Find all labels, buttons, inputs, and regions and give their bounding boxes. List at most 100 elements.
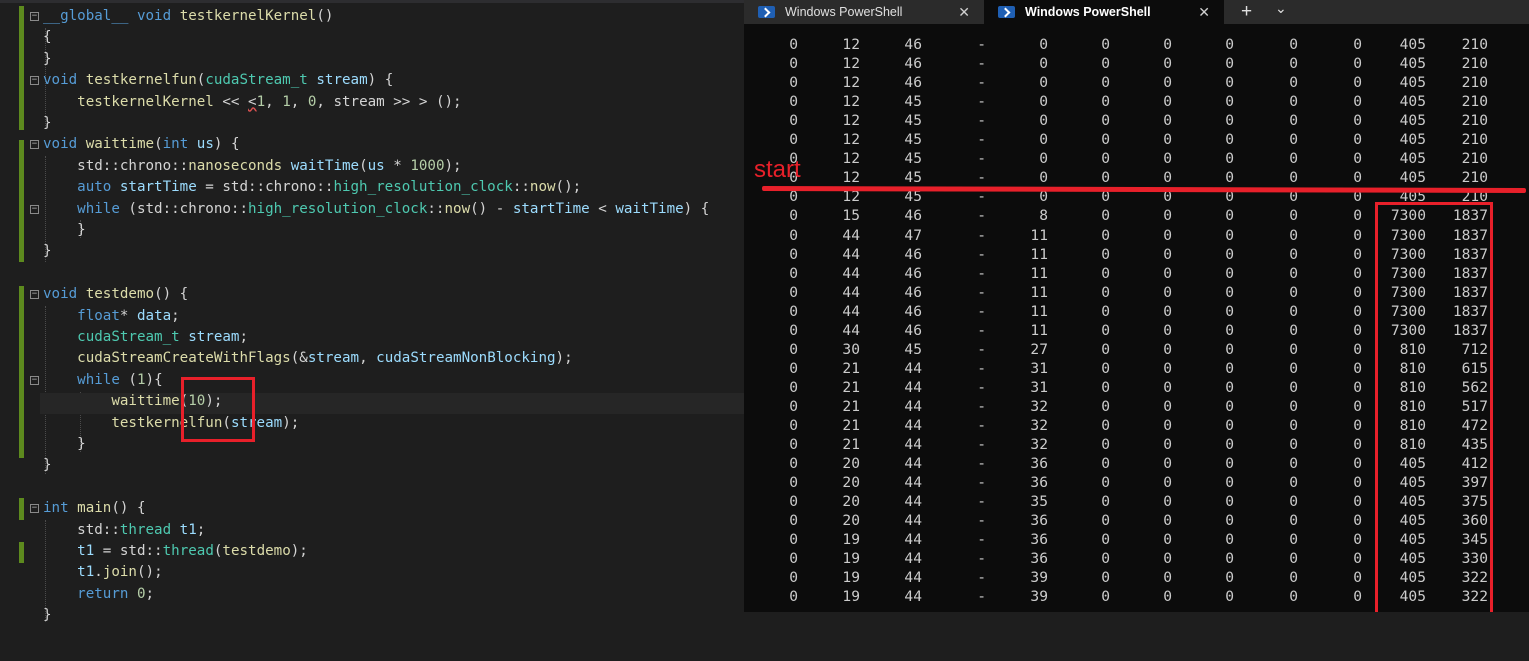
terminal-cell: 21 <box>842 397 860 415</box>
code-line[interactable]: t1 = std::thread(testdemo); <box>43 541 308 562</box>
code-line[interactable]: std::thread t1; <box>43 520 205 541</box>
code-token: us <box>367 157 385 174</box>
fold-toggle-icon[interactable]: − <box>30 12 39 21</box>
terminal-cell: 0 <box>789 378 798 396</box>
terminal-cell: 0 <box>789 474 798 492</box>
code-line[interactable]: void waittime(int us) { <box>43 134 240 155</box>
terminal-cell: 405 <box>1399 150 1426 168</box>
terminal-cell: 35 <box>1030 493 1048 511</box>
code-line[interactable]: } <box>43 434 86 455</box>
terminal-window[interactable]: Windows PowerShell ✕ Windows PowerShell … <box>744 0 1529 612</box>
fold-toggle-icon[interactable]: − <box>30 76 39 86</box>
annotation-start-label: start <box>754 156 801 183</box>
terminal-cell: 0 <box>1101 55 1110 73</box>
terminal-cell: 21 <box>842 378 860 396</box>
code-line[interactable]: float* data; <box>43 306 180 327</box>
code-line[interactable]: } <box>43 49 52 70</box>
terminal-cell: 0 <box>1101 283 1110 301</box>
code-line[interactable]: while (1){ <box>43 370 162 391</box>
new-tab-button[interactable]: + <box>1241 0 1252 24</box>
terminal-cell: 39 <box>1030 588 1048 606</box>
close-icon[interactable]: ✕ <box>958 0 970 24</box>
code-token: cudaStream_t <box>77 329 180 345</box>
code-line[interactable]: testkernelfun(stream); <box>43 413 299 434</box>
code-line[interactable]: void testdemo() { <box>43 284 188 305</box>
annotation-box-terminal <box>1375 202 1493 612</box>
terminal-cell: - <box>977 169 986 187</box>
code-token: << <box>213 93 249 110</box>
terminal-tab-1[interactable]: Windows PowerShell ✕ <box>744 0 984 24</box>
code-line[interactable]: { <box>43 27 52 48</box>
terminal-cell: 46 <box>904 264 922 282</box>
terminal-cell: 44 <box>904 417 922 434</box>
terminal-cell: 46 <box>904 207 922 225</box>
fold-toggle-icon[interactable]: − <box>30 375 39 385</box>
code-line[interactable]: return 0; <box>43 584 154 605</box>
terminal-tab-2[interactable]: Windows PowerShell ✕ <box>984 0 1224 24</box>
terminal-cell: 0 <box>1039 55 1048 73</box>
terminal-cell: 0 <box>1225 359 1234 377</box>
fold-toggle-icon[interactable]: − <box>30 504 39 514</box>
terminal-cell: 0 <box>1353 474 1362 492</box>
terminal-cell: 19 <box>842 569 860 587</box>
terminal-cell: 0 <box>1353 569 1362 587</box>
code-token: , <box>359 350 377 367</box>
change-indicator <box>19 140 24 262</box>
terminal-cell: 19 <box>842 550 860 568</box>
code-line[interactable]: cudaStreamCreateWithFlags(&stream, cudaS… <box>43 348 572 369</box>
code-editor[interactable]: − − − − − − − __global__ void testkernelKernel… <box>0 0 744 661</box>
code-token: } <box>43 457 52 474</box>
terminal-cell: 0 <box>789 493 798 511</box>
terminal-cell: 0 <box>1225 321 1234 339</box>
terminal-row: 0 12 46 - 0 0 0 0 0 0 405 210 <box>744 73 1529 92</box>
code-line[interactable]: } <box>43 241 52 262</box>
terminal-cell: 0 <box>1289 493 1298 511</box>
terminal-cell: 0 <box>1163 36 1172 53</box>
code-token: , stream >> > (); <box>316 93 462 110</box>
terminal-cell: - <box>977 302 986 320</box>
code-line[interactable]: t1.join(); <box>43 562 162 583</box>
code-token: startTime <box>119 179 197 196</box>
code-line[interactable]: } <box>43 605 52 626</box>
terminal-cell: 27 <box>1030 340 1048 358</box>
code-line[interactable]: while (std::chrono::high_resolution_cloc… <box>43 199 709 220</box>
code-line[interactable]: testkernelKernel << <1, 1, 0, stream >> … <box>43 92 462 113</box>
terminal-cell: 210 <box>1461 112 1488 130</box>
code-line[interactable]: auto startTime = std::chrono::high_resol… <box>43 177 581 198</box>
terminal-cell: 0 <box>1289 512 1298 530</box>
code-line[interactable]: } <box>43 220 86 241</box>
code-token: ); <box>290 543 308 559</box>
terminal-row: 0 12 45-0 0 0 0 0 0 405 210 <box>744 149 1529 168</box>
terminal-cell: 0 <box>1101 588 1110 606</box>
close-icon[interactable]: ✕ <box>1198 0 1210 24</box>
fold-toggle-icon[interactable]: − <box>30 290 39 300</box>
fold-toggle-icon[interactable]: − <box>30 140 39 150</box>
terminal-cell: 44 <box>842 245 860 263</box>
terminal-cell: 0 <box>1163 264 1172 282</box>
terminal-cell: 31 <box>1030 359 1048 377</box>
terminal-cell: 0 <box>1353 169 1362 187</box>
terminal-cell: 0 <box>1225 588 1234 606</box>
fold-toggle-icon[interactable]: − <box>30 204 39 214</box>
terminal-cell: 0 <box>1353 245 1362 263</box>
terminal-cell: 36 <box>1030 531 1048 549</box>
terminal-cell: 0 <box>789 417 798 434</box>
terminal-cell: - <box>977 283 986 301</box>
terminal-cell: - <box>977 207 986 225</box>
code-line[interactable]: cudaStream_t stream; <box>43 327 248 348</box>
code-token: waitTime <box>615 200 684 217</box>
terminal-cell: 0 <box>1353 397 1362 415</box>
code-line[interactable]: void testkernelfun(cudaStream_t stream) … <box>43 70 393 91</box>
code-line[interactable]: } <box>43 455 52 476</box>
terminal-cell: 44 <box>842 302 860 320</box>
code-token: join <box>102 564 137 581</box>
code-line[interactable]: } <box>43 113 52 134</box>
code-line[interactable]: int main() { <box>43 498 146 519</box>
code-line[interactable]: std::chrono::nanoseconds waitTime(us * 1… <box>43 156 461 177</box>
terminal-cell: 46 <box>904 302 922 320</box>
chevron-down-icon[interactable]: ⌄ <box>1275 0 1287 21</box>
code-line[interactable]: __global__ void testkernelKernel() <box>43 6 333 27</box>
terminal-cell: 0 <box>1289 93 1298 111</box>
code-token: testdemo <box>222 543 291 559</box>
